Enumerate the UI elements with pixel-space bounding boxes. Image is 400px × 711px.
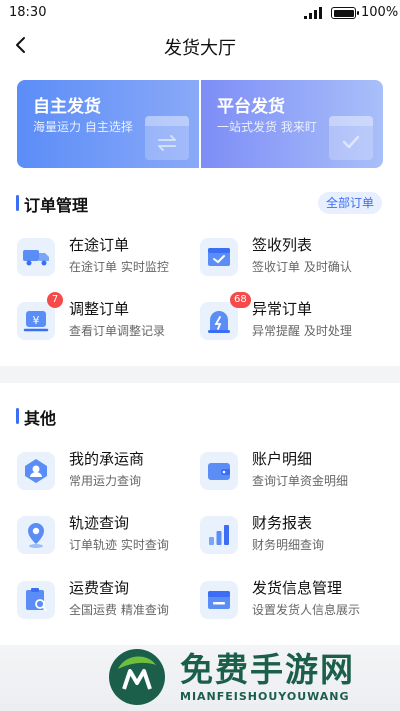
page-title: 发货大厅 xyxy=(164,38,236,59)
banner-title: 自主发货 xyxy=(33,97,101,117)
section-accent-bar xyxy=(16,195,19,211)
item-subtitle: 查询订单资金明细 xyxy=(252,474,349,488)
item-subtitle: 异常提醒 及时处理 xyxy=(252,324,352,338)
item-subtitle: 设置发货人信息展示 xyxy=(252,603,361,617)
wallet-icon xyxy=(200,452,238,490)
platform-shipping-banner[interactable]: 平台发货 一站式发货 我来盯 xyxy=(201,80,383,168)
truck-icon xyxy=(17,238,55,276)
watermark-title: 免费手游网 xyxy=(180,650,355,689)
item-subtitle: 在途订单 实时监控 xyxy=(69,260,169,274)
banner-title: 平台发货 xyxy=(217,97,285,117)
section-accent-bar xyxy=(16,408,19,424)
account-detail-item[interactable]: 账户明细 查询订单资金明细 xyxy=(200,446,380,496)
yuan-adjust-icon: ¥ xyxy=(17,302,55,340)
item-title: 调整订单 xyxy=(69,300,130,318)
banner-subtitle: 一站式发货 我来盯 xyxy=(217,120,317,134)
item-subtitle: 常用运力查询 xyxy=(69,474,142,488)
orders-section-header: 订单管理 全部订单 xyxy=(0,190,400,216)
item-subtitle: 全国运费 精准查询 xyxy=(69,603,169,617)
other-section-header: 其他 xyxy=(0,403,400,429)
in-transit-orders-item[interactable]: 在途订单 在途订单 实时监控 xyxy=(17,232,197,282)
notification-badge: 7 xyxy=(47,292,63,308)
notification-badge: 68 xyxy=(230,292,251,308)
location-icon xyxy=(17,516,55,554)
shipper-info-icon xyxy=(200,581,238,619)
item-title: 签收列表 xyxy=(252,236,313,254)
my-carrier-item[interactable]: 我的承运商 常用运力查询 xyxy=(17,446,197,496)
sign-list-item[interactable]: 签收列表 签收订单 及时确认 xyxy=(200,232,380,282)
bar-chart-icon xyxy=(200,516,238,554)
battery-level: 100% xyxy=(361,5,399,20)
sign-box-icon xyxy=(200,238,238,276)
battery-icon xyxy=(331,7,359,19)
status-bar: 18:30 100% xyxy=(0,0,400,26)
alert-icon xyxy=(200,302,238,340)
item-title: 我的承运商 xyxy=(69,450,145,468)
item-subtitle: 财务明细查询 xyxy=(252,538,325,552)
item-title: 财务报表 xyxy=(252,514,313,532)
main-panel: 自主发货 海量运力 自主选择 平台发货 一站式发货 我来盯 订单管理 全部订单 xyxy=(0,66,400,366)
item-title: 发货信息管理 xyxy=(252,579,343,597)
item-subtitle: 查看订单调整记录 xyxy=(69,324,166,338)
abnormal-orders-item[interactable]: 68 异常订单 异常提醒 及时处理 xyxy=(200,292,380,346)
nav-bar: 发货大厅 xyxy=(0,26,400,66)
other-panel: 其他 我的承运商 常用运力查询 账户明细 查询订单资金明细 轨迹查询 订单轨迹 … xyxy=(0,383,400,645)
signal-icon xyxy=(304,7,322,19)
item-title: 异常订单 xyxy=(252,300,313,318)
section-title: 订单管理 xyxy=(24,196,89,215)
financial-report-item[interactable]: 财务报表 财务明细查询 xyxy=(200,510,380,560)
section-title: 其他 xyxy=(24,409,57,428)
freight-query-item[interactable]: 运费查询 全国运费 精准查询 xyxy=(17,575,197,625)
status-time: 18:30 xyxy=(9,5,47,20)
banner-subtitle: 海量运力 自主选择 xyxy=(33,120,133,134)
track-query-item[interactable]: 轨迹查询 订单轨迹 实时查询 xyxy=(17,510,197,560)
item-title: 轨迹查询 xyxy=(69,514,130,532)
item-title: 账户明细 xyxy=(252,450,313,468)
self-shipping-banner[interactable]: 自主发货 海量运力 自主选择 xyxy=(17,80,199,168)
item-subtitle: 订单轨迹 实时查询 xyxy=(69,538,169,552)
check-box-icon xyxy=(329,116,373,160)
freight-search-icon xyxy=(17,581,55,619)
adjust-orders-item[interactable]: ¥ 7 调整订单 查看订单调整记录 xyxy=(17,292,197,346)
transfer-box-icon xyxy=(145,116,189,160)
watermark-logo-icon xyxy=(109,649,165,705)
watermark-subtitle: MIANFEISHOUYOUWANG xyxy=(180,690,350,703)
item-title: 运费查询 xyxy=(69,579,130,597)
shipping-info-item[interactable]: 发货信息管理 设置发货人信息展示 xyxy=(200,575,380,625)
svg-text:¥: ¥ xyxy=(33,314,40,327)
all-orders-button[interactable]: 全部订单 xyxy=(317,192,382,214)
item-title: 在途订单 xyxy=(69,236,130,254)
carrier-icon xyxy=(17,452,55,490)
item-subtitle: 签收订单 及时确认 xyxy=(252,260,352,274)
